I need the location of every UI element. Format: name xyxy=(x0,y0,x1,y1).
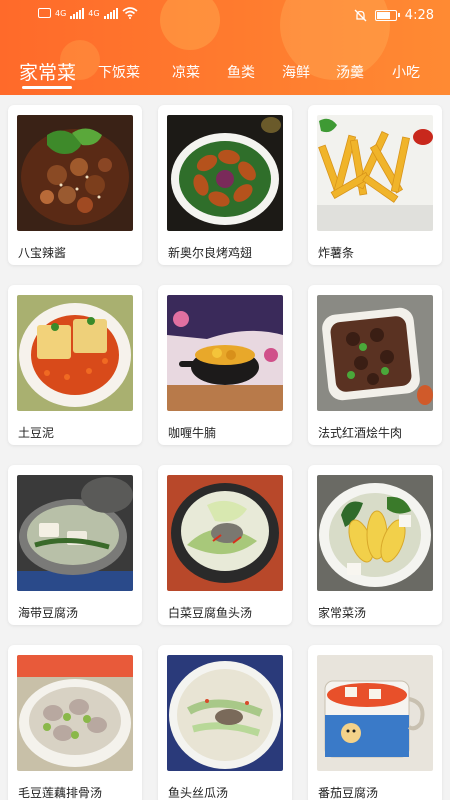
recipe-image xyxy=(317,295,433,411)
sim-icon xyxy=(38,8,51,18)
recipe-image xyxy=(17,655,133,771)
status-left: 4G 4G xyxy=(38,7,138,19)
recipe-name: 番茄豆腐汤 xyxy=(318,786,379,800)
recipe-name: 海带豆腐汤 xyxy=(18,606,79,620)
recipe-image xyxy=(17,295,133,411)
signal-icon xyxy=(103,7,118,19)
signal-icon xyxy=(70,7,85,19)
battery-level-fill xyxy=(376,12,390,19)
tab-cold-dishes[interactable]: 凉菜 xyxy=(172,62,200,82)
category-tabs: 家常菜 下饭菜 凉菜 鱼类 海鲜 汤羹 小吃 xyxy=(0,52,450,92)
recipe-image xyxy=(167,655,283,771)
recipe-name: 法式红酒烩牛肉 xyxy=(318,426,403,440)
recipe-card[interactable]: 海带豆腐汤 xyxy=(8,465,142,625)
status-right: 4:28 xyxy=(354,8,434,23)
recipe-image xyxy=(317,475,433,591)
recipe-name: 家常菜汤 xyxy=(318,606,367,620)
recipe-name: 鱼头丝瓜汤 xyxy=(168,786,229,800)
recipe-image xyxy=(167,115,283,231)
recipe-card[interactable]: 新奥尔良烤鸡翅 xyxy=(158,105,292,265)
recipe-name: 土豆泥 xyxy=(18,426,55,440)
recipe-card[interactable]: 八宝辣酱 xyxy=(8,105,142,265)
recipe-name: 咖喱牛腩 xyxy=(168,426,217,440)
recipe-image xyxy=(167,295,283,411)
active-tab-indicator xyxy=(22,86,72,89)
recipe-card[interactable]: 法式红酒烩牛肉 xyxy=(308,285,442,445)
app-header: 4G 4G 4:28 家常菜 下饭菜 凉菜 鱼类 海鲜 汤羹 小吃 xyxy=(0,0,450,95)
tab-rice-dishes[interactable]: 下饭菜 xyxy=(98,62,140,82)
tab-seafood[interactable]: 海鲜 xyxy=(282,62,310,82)
recipe-name: 白菜豆腐鱼头汤 xyxy=(168,606,253,620)
recipe-card[interactable]: 白菜豆腐鱼头汤 xyxy=(158,465,292,625)
tab-fish[interactable]: 鱼类 xyxy=(227,62,255,82)
recipe-card[interactable]: 炸薯条 xyxy=(308,105,442,265)
recipe-card[interactable]: 鱼头丝瓜汤 xyxy=(158,645,292,800)
mute-icon xyxy=(354,9,367,22)
tab-snacks[interactable]: 小吃 xyxy=(392,62,420,82)
status-bar: 4G 4G 4:28 xyxy=(0,0,450,36)
recipe-image xyxy=(317,655,433,771)
recipe-grid: 八宝辣酱 新奥尔良烤鸡翅 炸薯条 土豆泥 咖喱牛腩 法式红酒烩牛肉 海带豆腐汤 … xyxy=(0,95,450,800)
recipe-image xyxy=(17,475,133,591)
recipe-card[interactable]: 土豆泥 xyxy=(8,285,142,445)
sim1-label: 4G xyxy=(55,8,67,18)
recipe-card[interactable]: 番茄豆腐汤 xyxy=(308,645,442,800)
recipe-card[interactable]: 毛豆莲藕排骨汤 xyxy=(8,645,142,800)
recipe-name: 八宝辣酱 xyxy=(18,246,67,260)
status-time: 4:28 xyxy=(404,8,434,23)
wifi-icon xyxy=(122,7,138,19)
recipe-image xyxy=(167,475,283,591)
recipe-image xyxy=(17,115,133,231)
tab-soups[interactable]: 汤羹 xyxy=(336,62,364,82)
tab-homestyle[interactable]: 家常菜 xyxy=(19,58,76,85)
recipe-name: 新奥尔良烤鸡翅 xyxy=(168,246,253,260)
recipe-image xyxy=(317,115,433,231)
recipe-name: 炸薯条 xyxy=(318,246,355,260)
recipe-name: 毛豆莲藕排骨汤 xyxy=(18,786,103,800)
battery-icon xyxy=(374,10,400,21)
recipe-card[interactable]: 家常菜汤 xyxy=(308,465,442,625)
sim2-label: 4G xyxy=(88,8,100,18)
recipe-card[interactable]: 咖喱牛腩 xyxy=(158,285,292,445)
